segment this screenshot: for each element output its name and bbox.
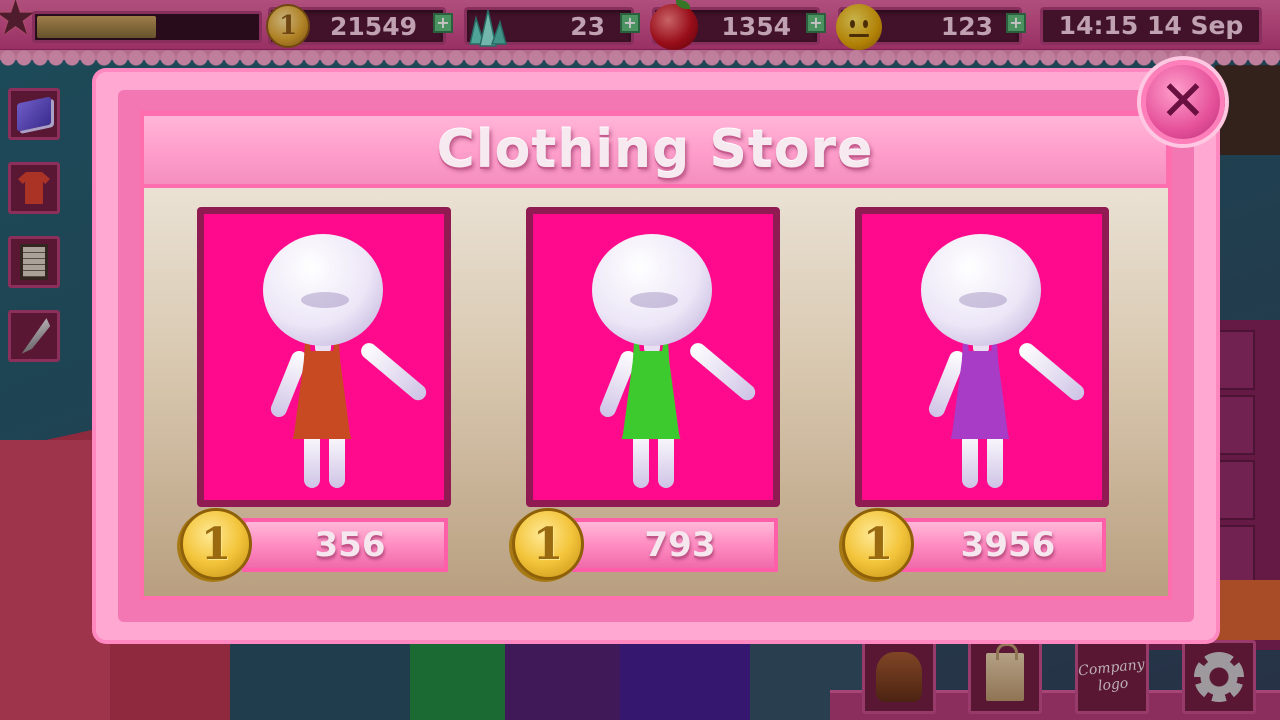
coin-icon: 1 [842, 508, 914, 580]
buy-price-button[interactable]: 3956 [900, 518, 1106, 572]
item-price: 3956 [960, 525, 1056, 565]
close-button[interactable]: ✕ [1141, 60, 1225, 144]
store-item-card[interactable] [197, 207, 451, 507]
coin-icon: 1 [180, 508, 252, 580]
item-price: 356 [314, 525, 386, 565]
store-title: Clothing Store [436, 120, 874, 180]
buy-price-button[interactable]: 356 [242, 518, 448, 572]
mannequin-preview [259, 234, 430, 488]
buy-price-button[interactable]: 793 [572, 518, 778, 572]
close-icon: ✕ [1159, 69, 1207, 134]
item-price: 793 [644, 525, 716, 565]
mannequin-preview [588, 234, 759, 488]
coin-icon: 1 [512, 508, 584, 580]
store-title-bar: Clothing Store [140, 112, 1170, 188]
store-item-card[interactable] [855, 207, 1109, 507]
store-item-card[interactable] [526, 207, 780, 507]
mannequin-preview [917, 234, 1088, 488]
